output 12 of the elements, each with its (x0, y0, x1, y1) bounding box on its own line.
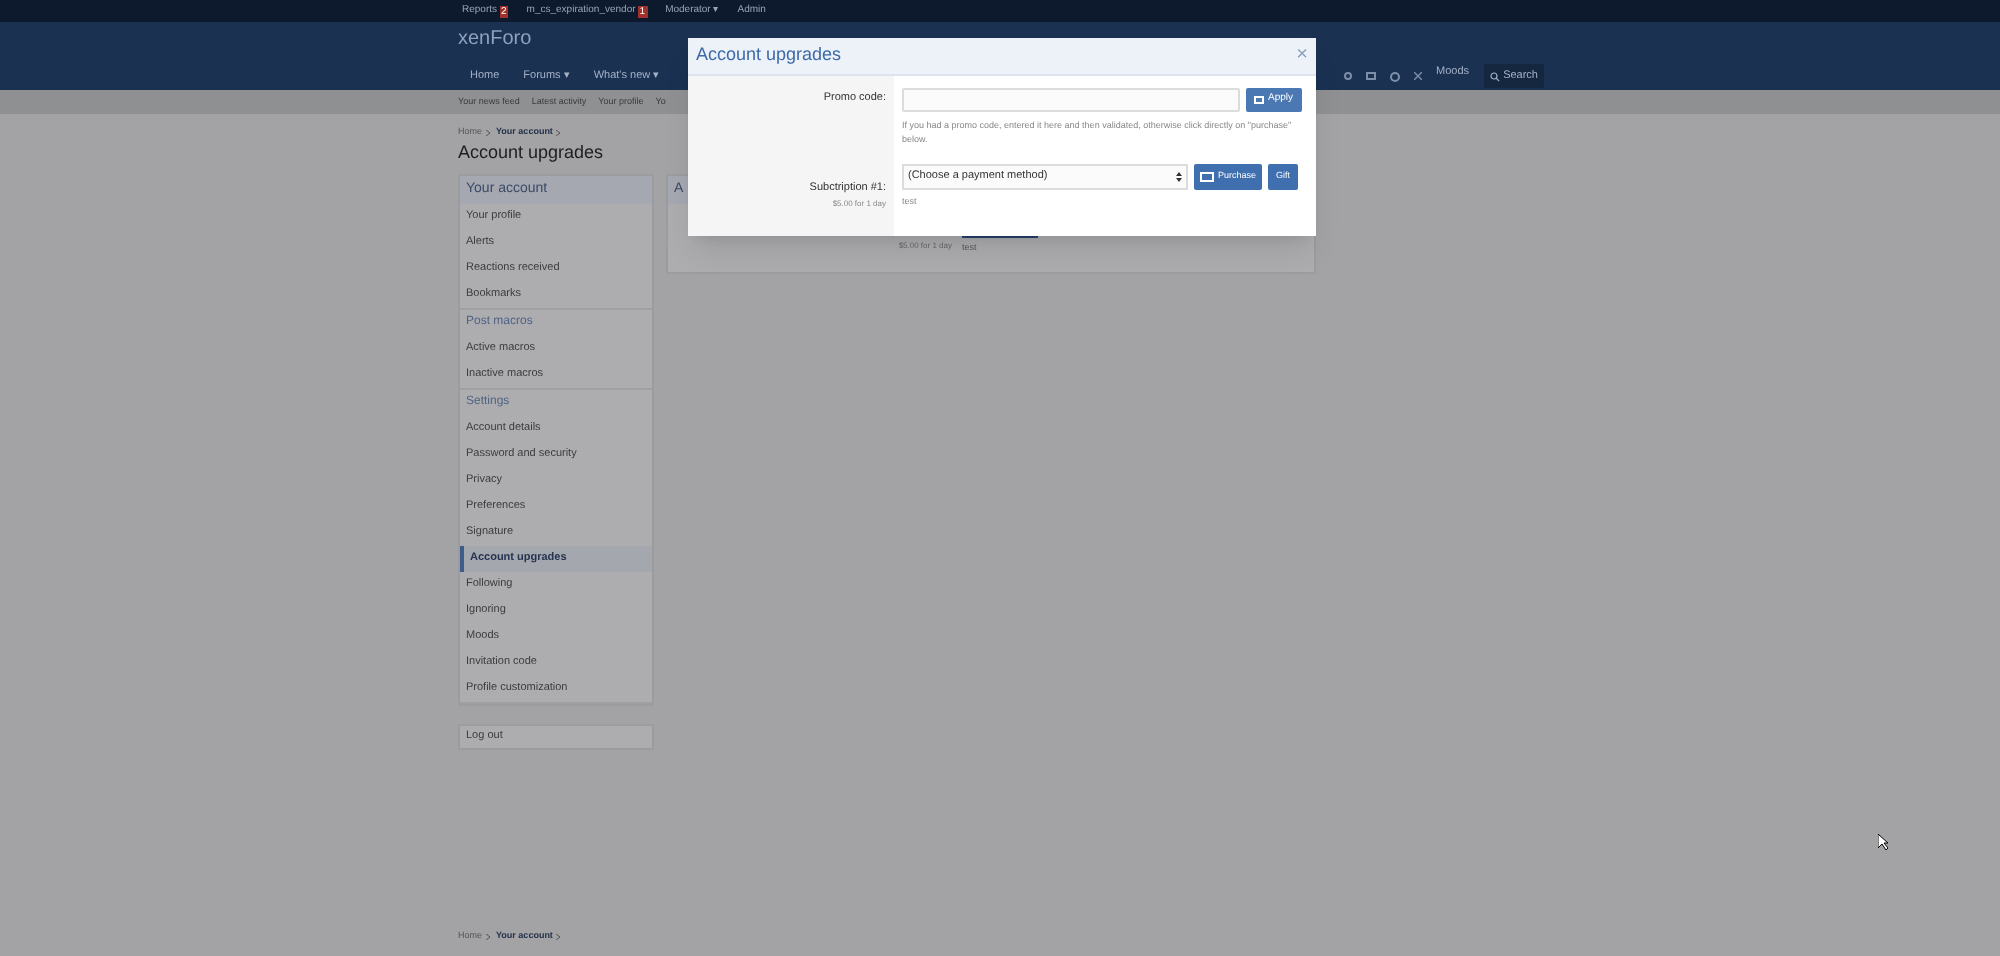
chevron-icon (486, 129, 491, 136)
close-icon[interactable] (1414, 72, 1423, 80)
mouse-cursor-icon (1878, 834, 1888, 850)
mail-icon[interactable] (1366, 72, 1377, 80)
promo-code-field[interactable] (902, 88, 1240, 112)
search-icon (1489, 71, 1500, 81)
credit-card-icon (1200, 172, 1214, 182)
chevron-icon (486, 934, 491, 941)
select-arrow-icon (1176, 172, 1182, 182)
chevron-icon (556, 129, 561, 136)
chevron-icon (556, 934, 561, 941)
page-title: Account upgrades (458, 143, 606, 162)
